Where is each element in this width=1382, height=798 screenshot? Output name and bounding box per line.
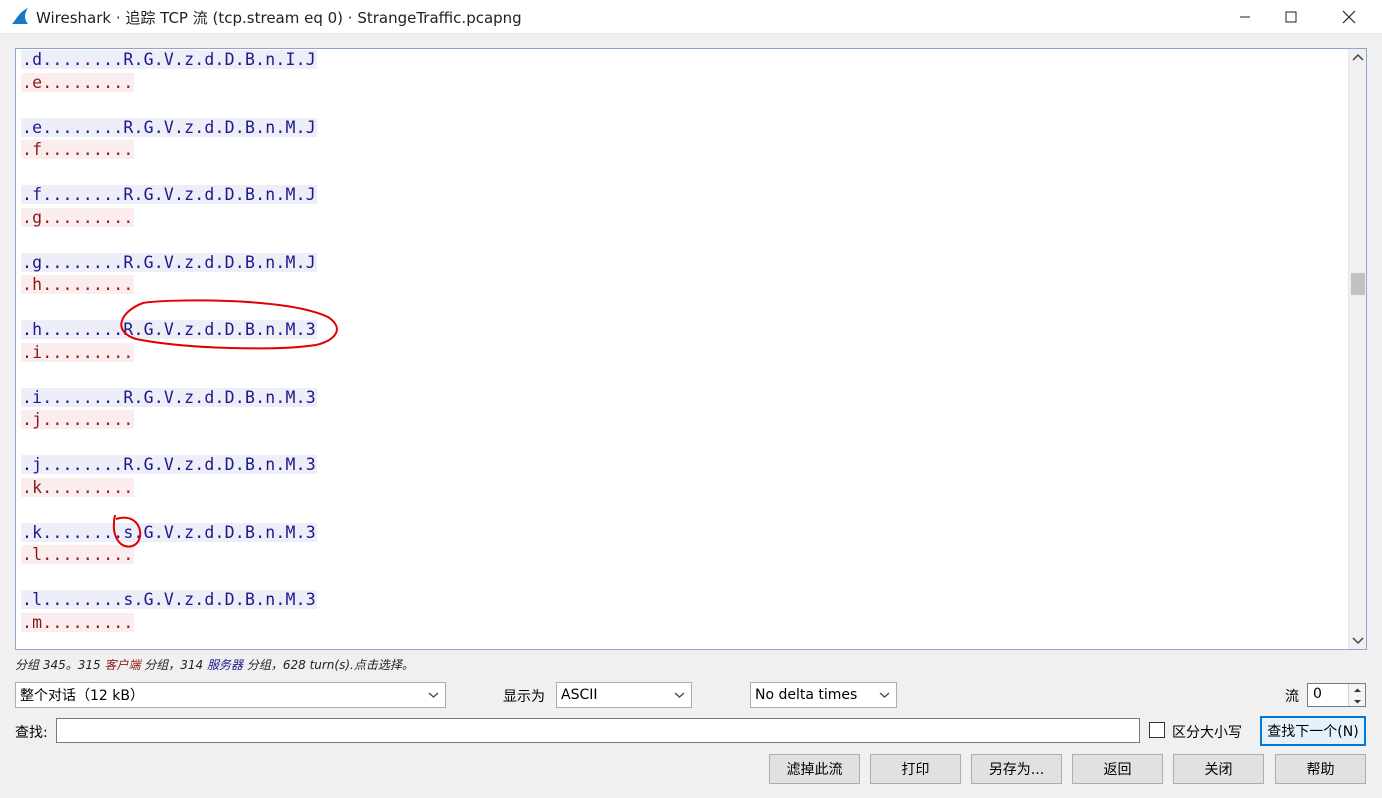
client-line[interactable]: .f........R.G.V.z.d.D.B.n.M.J <box>21 184 317 207</box>
spin-up-button[interactable] <box>1348 684 1365 695</box>
client-line[interactable]: .g........R.G.V.z.d.D.B.n.M.J <box>21 252 317 275</box>
filter-out-stream-button[interactable]: 滤掉此流 <box>769 754 860 784</box>
status-mid: 分组，314 <box>140 658 208 672</box>
server-line-text: .g......... <box>21 207 135 227</box>
case-sensitive-label: 区分大小写 <box>1172 725 1242 741</box>
show-as-select[interactable]: ASCII <box>556 682 692 708</box>
close-icon <box>1342 10 1356 24</box>
maximize-button[interactable] <box>1268 0 1314 34</box>
case-sensitive-checkbox[interactable] <box>1149 722 1165 738</box>
scrollbar-thumb[interactable] <box>1351 273 1365 295</box>
client-line[interactable]: .i........R.G.V.z.d.D.B.n.M.3 <box>21 387 317 410</box>
client-line-text: .i........R.G.V.z.d.D.B.n.M.3 <box>21 387 317 407</box>
server-line[interactable]: .m......... <box>21 612 317 635</box>
client-line[interactable]: .h........R.G.V.z.d.D.B.n.M.3 <box>21 319 317 342</box>
status-prefix: 分组 345。315 <box>15 658 105 672</box>
stream-number-value: 0 <box>1313 686 1322 702</box>
server-line-text: .h......... <box>21 275 135 294</box>
stream-number-spinbox[interactable]: 0 <box>1307 683 1366 707</box>
server-line[interactable]: .f......... <box>21 139 317 162</box>
server-line-text: .l......... <box>21 545 135 564</box>
client-line[interactable]: .k........s.G.V.z.d.D.B.n.M.3 <box>21 522 317 545</box>
close-window-button[interactable] <box>1326 0 1372 34</box>
caret-down-icon <box>1354 700 1361 704</box>
minimize-button[interactable] <box>1222 0 1268 34</box>
close-button[interactable]: 关闭 <box>1173 754 1264 784</box>
server-line-text: .i......... <box>21 342 135 362</box>
stream-number-label: 流 <box>1285 689 1299 705</box>
client-line-text: .k........s.G.V.z.d.D.B.n.M.3 <box>21 522 317 542</box>
find-input[interactable] <box>56 718 1140 743</box>
conversation-select-value: 整个对话（12 kB） <box>20 688 144 704</box>
client-line-text: .j........R.G.V.z.d.D.B.n.M.3 <box>21 455 317 474</box>
status-client-label: 客户端 <box>104 658 141 672</box>
server-line[interactable]: .l......... <box>21 544 317 567</box>
stream-status-text[interactable]: 分组 345。315 客户端 分组，314 服务器 分组，628 turn(s)… <box>15 656 414 673</box>
print-button[interactable]: 打印 <box>870 754 961 784</box>
status-suffix: 分组，628 turn(s).点击选择。 <box>243 658 414 672</box>
minimize-icon <box>1240 16 1250 18</box>
server-line[interactable]: .h......... <box>21 274 317 297</box>
client-line[interactable]: .d........R.G.V.z.d.D.B.n.I.J <box>21 49 317 72</box>
wireshark-fin-icon <box>10 6 30 26</box>
client-line-text: .h........R.G.V.z.d.D.B.n.M.3 <box>21 320 317 339</box>
scroll-down-icon[interactable] <box>1352 637 1364 645</box>
server-line[interactable]: .g......... <box>21 207 317 230</box>
client-line-text: .l........s.G.V.z.d.D.B.n.M.3 <box>21 590 317 609</box>
client-line[interactable]: .j........R.G.V.z.d.D.B.n.M.3 <box>21 454 317 477</box>
spin-down-button[interactable] <box>1348 695 1365 706</box>
show-as-label: 显示为 <box>503 689 545 705</box>
client-line[interactable]: .l........s.G.V.z.d.D.B.n.M.3 <box>21 589 317 612</box>
client-line-text: .g........R.G.V.z.d.D.B.n.M.J <box>21 252 317 272</box>
server-line[interactable]: .j......... <box>21 409 317 432</box>
scroll-up-icon[interactable] <box>1352 53 1364 61</box>
delta-times-select[interactable]: No delta times <box>750 682 897 708</box>
server-line-text: .f......... <box>21 140 135 159</box>
vertical-scrollbar[interactable] <box>1348 49 1366 649</box>
server-line[interactable]: .i......... <box>21 342 317 365</box>
client-line[interactable]: .e........R.G.V.z.d.D.B.n.M.J <box>21 117 317 140</box>
find-next-button[interactable]: 查找下一个(N) <box>1260 716 1366 746</box>
server-line[interactable]: .e......... <box>21 72 317 95</box>
chevron-down-icon <box>879 692 890 698</box>
maximize-icon <box>1285 11 1297 23</box>
title-bar: Wireshark · 追踪 TCP 流 (tcp.stream eq 0) ·… <box>0 0 1382 34</box>
server-line-text: .e......... <box>21 72 135 92</box>
server-line-text: .j......... <box>21 410 135 429</box>
server-line-text: .m......... <box>21 612 135 632</box>
server-line[interactable]: .k......... <box>21 477 317 500</box>
delta-times-select-value: No delta times <box>755 687 858 703</box>
save-as-button[interactable]: 另存为... <box>971 754 1062 784</box>
stream-content-pane[interactable]: .d........R.G.V.z.d.D.B.n.I.J .e.........… <box>15 48 1367 650</box>
chevron-down-icon <box>428 692 439 698</box>
client-line-text: .d........R.G.V.z.d.D.B.n.I.J <box>21 50 317 69</box>
status-server-label: 服务器 <box>207 658 244 672</box>
server-line-text: .k......... <box>21 477 135 497</box>
stream-lines: .d........R.G.V.z.d.D.B.n.I.J .e.........… <box>21 49 317 634</box>
find-label: 查找: <box>15 725 48 741</box>
back-button[interactable]: 返回 <box>1072 754 1163 784</box>
show-as-select-value: ASCII <box>561 687 598 703</box>
client-line-text: .e........R.G.V.z.d.D.B.n.M.J <box>21 117 317 137</box>
client-line-text: .f........R.G.V.z.d.D.B.n.M.J <box>21 185 317 204</box>
chevron-down-icon <box>674 692 685 698</box>
conversation-select[interactable]: 整个对话（12 kB） <box>15 682 446 708</box>
help-button[interactable]: 帮助 <box>1275 754 1366 784</box>
window-title: Wireshark · 追踪 TCP 流 (tcp.stream eq 0) ·… <box>36 9 522 27</box>
